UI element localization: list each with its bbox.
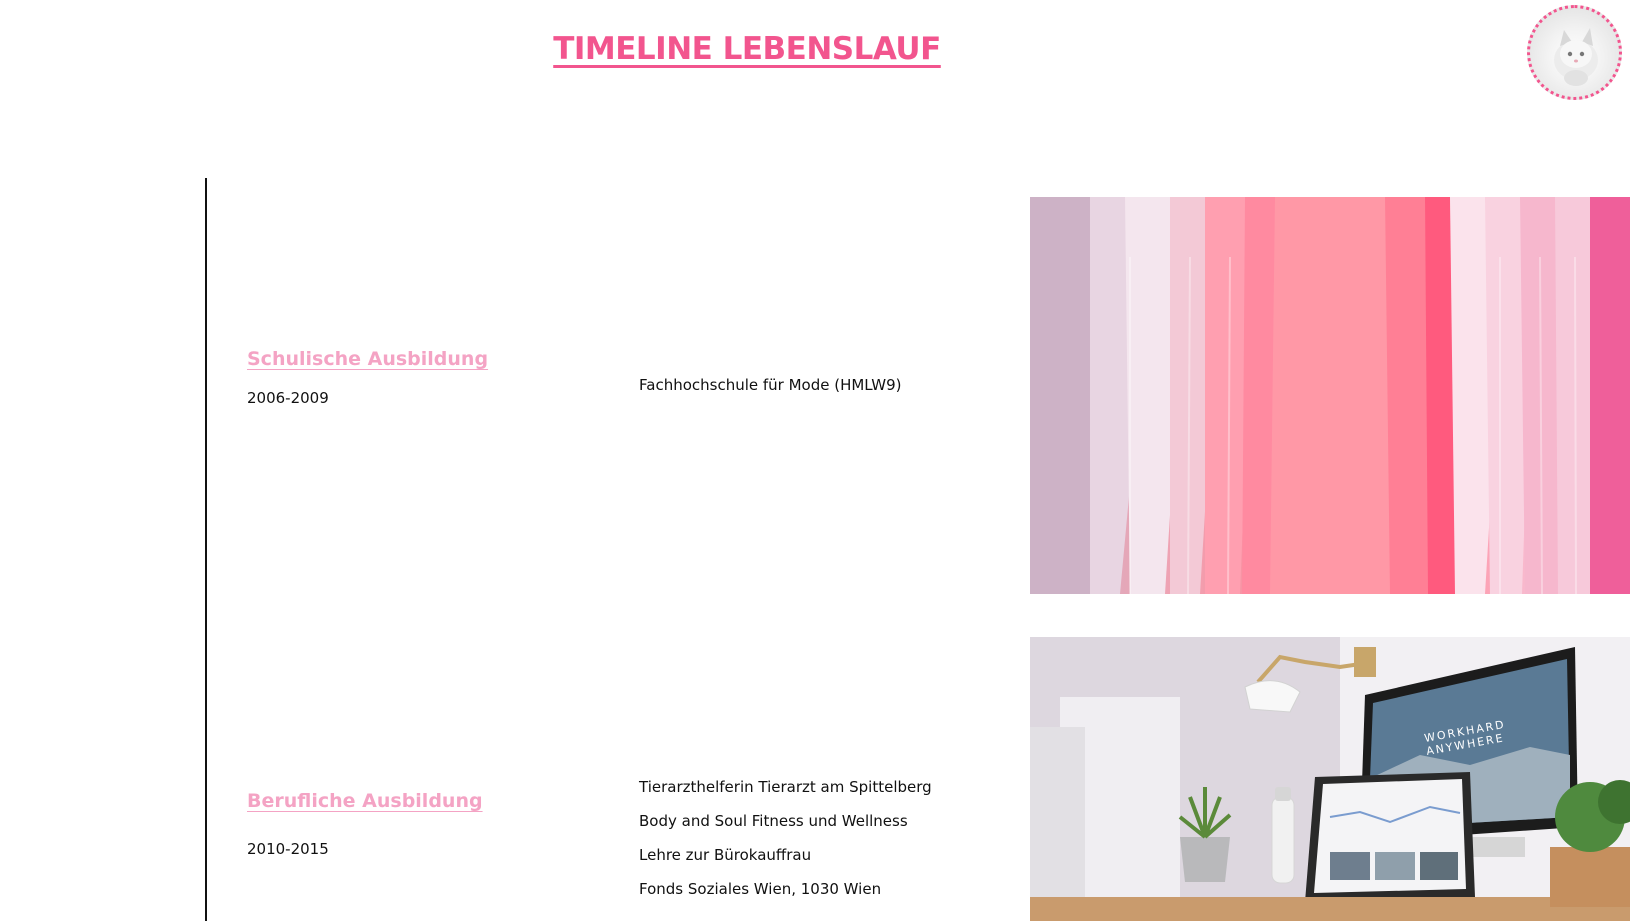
kitten-avatar-icon: [1554, 28, 1598, 86]
page-title-text: TIMELINE LEBENSLAUF: [553, 30, 941, 67]
detail-fachhochschule: Fachhochschule für Mode (HMLW9): [639, 376, 902, 394]
section-heading-schulische-ausbildung[interactable]: Schulische Ausbildung: [247, 348, 488, 370]
pink-t-shirts-on-rack-photo: [1030, 197, 1630, 594]
section-heading-berufliche-ausbildung[interactable]: Berufliche Ausbildung: [247, 790, 483, 812]
detail-body-and-soul: Body and Soul Fitness und Wellness: [639, 812, 908, 830]
avatar[interactable]: [1527, 5, 1622, 100]
detail-tierarzthelferin: Tierarzthelferin Tierarzt am Spittelberg: [639, 778, 932, 796]
timeline-line: [205, 178, 207, 921]
detail-fonds-soziales-wien: Fonds Soziales Wien, 1030 Wien: [639, 880, 882, 898]
section-years-berufliche-ausbildung: 2010-2015: [247, 840, 329, 858]
section-years-schulische-ausbildung: 2006-2009: [247, 389, 329, 407]
page-title: TIMELINE LEBENSLAUF: [0, 29, 1494, 69]
detail-lehre-buerokauffrau: Lehre zur Bürokauffrau: [639, 846, 812, 864]
desk-with-computer-photo: WORKHARD ANYWHERE: [1030, 637, 1630, 921]
